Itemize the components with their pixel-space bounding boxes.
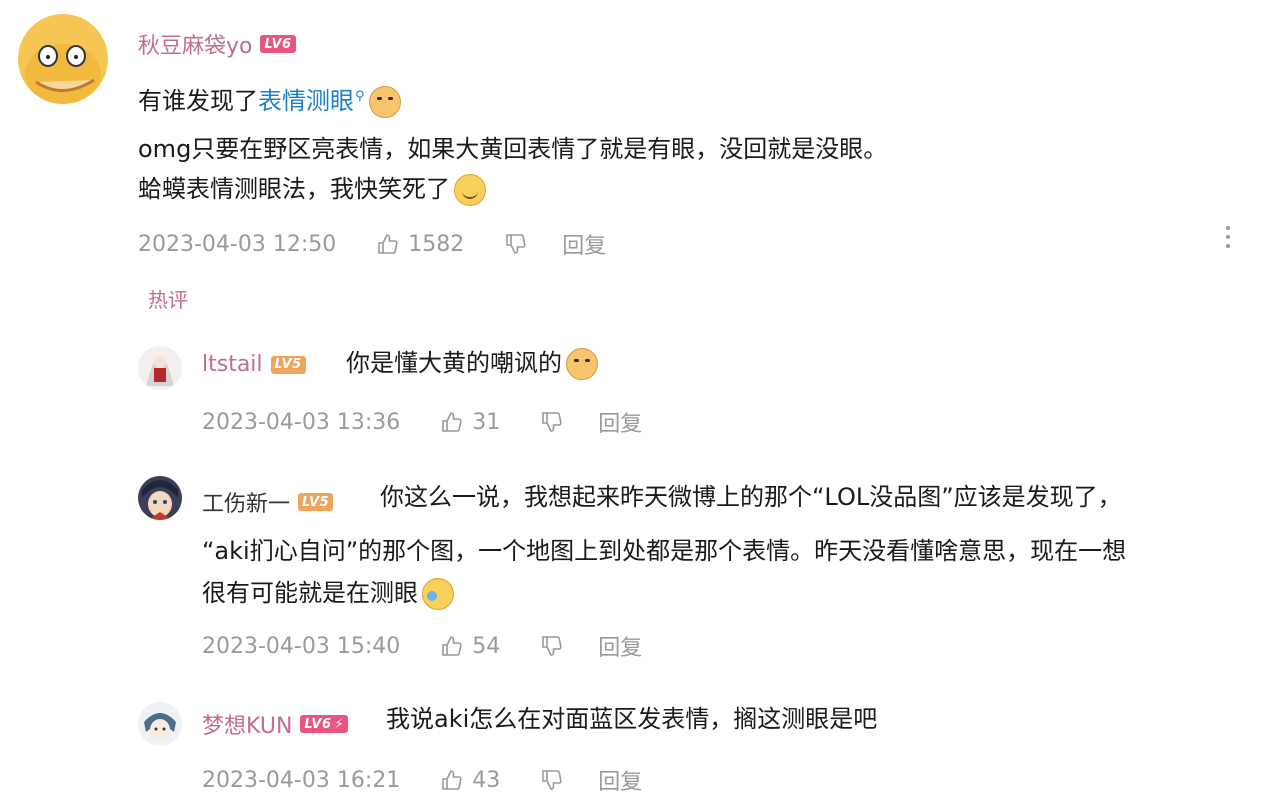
comment-text: 你这么一说，我想起来昨天微博上的那个“LOL没品图”应该是发现了， xyxy=(380,483,1122,511)
comment-meta: 2023-04-03 16:21 43 回复 xyxy=(202,764,642,796)
doge-emoji-icon xyxy=(368,86,401,118)
timestamp: 2023-04-03 13:36 xyxy=(202,409,401,435)
comment-text: 蛤蟆表情测眼法，我快笑死了 xyxy=(138,175,450,203)
reply-text-line-3: 很有可能就是在测眼 xyxy=(202,578,454,610)
thumbs-down-icon[interactable] xyxy=(540,634,564,658)
comment-meta: 2023-04-03 12:50 1582 回复 xyxy=(138,228,606,260)
comment-text: “aki扪心自问”的那个图，一个地图上到处都是那个表情。昨天没看懂啥意思，现在一… xyxy=(202,537,1127,565)
username[interactable]: 秋豆麻袋yo LV6 xyxy=(138,28,296,60)
topic-link[interactable]: 表情测眼 xyxy=(258,87,354,115)
thumbs-up-icon[interactable] xyxy=(440,768,464,792)
reply-button[interactable]: 回复 xyxy=(598,764,642,796)
like-count: 54 xyxy=(472,633,501,659)
comment-line-3: 蛤蟆表情测眼法，我快笑死了 xyxy=(138,174,486,206)
thumbs-down-icon[interactable] xyxy=(540,768,564,792)
avatar[interactable] xyxy=(138,476,182,520)
comment-text: 很有可能就是在测眼 xyxy=(202,579,418,607)
username-text[interactable]: 秋豆麻袋yo xyxy=(138,28,252,60)
comment-line-2: omg只要在野区亮表情，如果大黄回表情了就是有眼，没回就是没眼。 xyxy=(138,134,887,165)
avatar[interactable] xyxy=(18,14,108,104)
username-text[interactable]: ltstail xyxy=(202,352,263,377)
avatar[interactable] xyxy=(138,346,182,390)
thumbs-up-icon[interactable] xyxy=(376,232,400,256)
level-badge: LV6 ⚡ xyxy=(300,715,349,733)
hot-comments-label: 热评 xyxy=(148,288,188,312)
lightning-icon: ⚡ xyxy=(334,716,345,732)
timestamp: 2023-04-03 12:50 xyxy=(138,231,337,257)
comment-text: omg只要在野区亮表情，如果大黄回表情了就是有眼，没回就是没眼。 xyxy=(138,135,888,163)
comment-meta: 2023-04-03 13:36 31 回复 xyxy=(202,406,642,438)
level-badge: LV6 xyxy=(260,35,296,53)
reply-button[interactable]: 回复 xyxy=(598,406,642,438)
reply-text: 我说aki怎么在对面蓝区发表情，搁这测眼是吧 xyxy=(386,704,877,735)
level-badge: LV5 xyxy=(298,493,334,511)
more-vertical-icon[interactable] xyxy=(1222,224,1234,250)
thumbs-down-icon[interactable] xyxy=(540,410,564,434)
comment-line-1: 有谁发现了表情测眼⚲ xyxy=(138,86,401,118)
comment-thread: 秋豆麻袋yo LV6 有谁发现了表情测眼⚲ omg只要在野区亮表情，如果大黄回表… xyxy=(0,0,1280,801)
avatar[interactable] xyxy=(138,702,182,746)
like-count: 1582 xyxy=(408,231,465,257)
username[interactable]: 工伤新一 LV5 xyxy=(202,486,334,518)
username-text[interactable]: 工伤新一 xyxy=(202,486,290,518)
reply-button[interactable]: 回复 xyxy=(598,630,642,662)
thumbs-down-icon[interactable] xyxy=(504,232,528,256)
search-icon: ⚲ xyxy=(355,89,365,104)
crying-emoji-icon xyxy=(422,578,454,610)
doge-emoji-icon xyxy=(566,348,598,380)
thumbs-up-icon[interactable] xyxy=(440,410,464,434)
username[interactable]: 梦想KUN LV6 ⚡ xyxy=(202,708,349,740)
comment-meta: 2023-04-03 15:40 54 回复 xyxy=(202,630,642,662)
like-count: 31 xyxy=(472,409,501,435)
smirk-emoji-icon xyxy=(454,174,486,206)
comment-text: 有谁发现了 xyxy=(138,87,258,115)
comment-text: 你是懂大黄的嘲讽的 xyxy=(346,349,562,377)
reply-text-line-2: “aki扪心自问”的那个图，一个地图上到处都是那个表情。昨天没看懂啥意思，现在一… xyxy=(202,536,1126,567)
like-count: 43 xyxy=(472,767,501,793)
thumbs-up-icon[interactable] xyxy=(440,634,464,658)
reply-text-line-1: 你这么一说，我想起来昨天微博上的那个“LOL没品图”应该是发现了， xyxy=(380,482,1122,513)
username[interactable]: ltstail LV5 xyxy=(202,352,306,377)
reply-button[interactable]: 回复 xyxy=(562,228,606,260)
username-text[interactable]: 梦想KUN xyxy=(202,708,292,740)
comment-text: 我说aki怎么在对面蓝区发表情，搁这测眼是吧 xyxy=(386,705,878,733)
timestamp: 2023-04-03 16:21 xyxy=(202,767,401,793)
timestamp: 2023-04-03 15:40 xyxy=(202,633,401,659)
reply-text: 你是懂大黄的嘲讽的 xyxy=(346,348,598,380)
level-badge: LV5 xyxy=(270,355,306,374)
